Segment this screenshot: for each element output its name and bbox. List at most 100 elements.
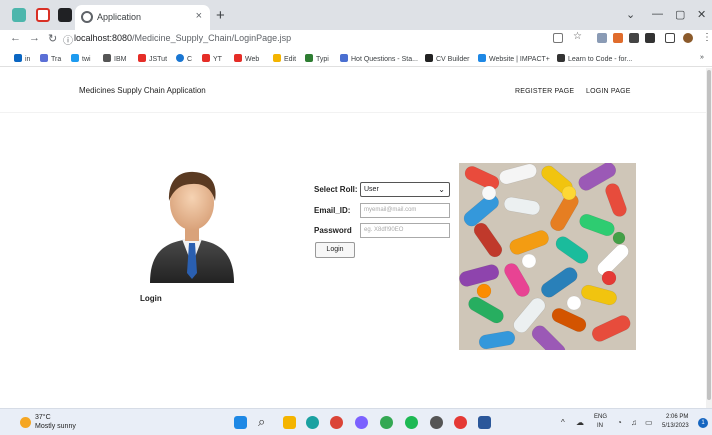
bookmark-typi[interactable]: Typi <box>305 54 329 63</box>
sidepanel-icon[interactable] <box>665 33 675 43</box>
pinned-tab-3-icon[interactable] <box>58 8 72 22</box>
back-icon[interactable]: ← <box>10 32 21 44</box>
url-path: /Medicine_Supply_Chain/LoginPage.jsp <box>132 33 292 43</box>
address-bar[interactable]: localhost:8080/Medicine_Supply_Chain/Log… <box>74 33 291 43</box>
bookmark-learn-to-code[interactable]: Learn to Code - for... <box>557 54 632 63</box>
weather-condition[interactable]: Mostly sunny <box>35 423 76 430</box>
gmail-tab-icon[interactable] <box>36 8 50 22</box>
role-select[interactable]: User ⌄ <box>360 182 450 197</box>
minimize-icon[interactable]: — <box>652 8 663 20</box>
bookmark-ibm[interactable]: IBM <box>103 54 126 63</box>
email-label: Email_ID: <box>314 206 351 215</box>
bookmark-edit[interactable]: Edit <box>273 54 296 63</box>
login-button[interactable]: Login <box>315 242 355 258</box>
app-icon-dark[interactable] <box>430 416 443 429</box>
bookmark-tra[interactable]: Tra <box>40 54 61 63</box>
pinned-tab-1-icon[interactable] <box>12 8 26 22</box>
whatsapp-icon[interactable] <box>355 416 368 429</box>
app-icon-red[interactable] <box>454 416 467 429</box>
extension-1-icon[interactable] <box>597 33 607 43</box>
businessman-avatar-image <box>150 171 234 283</box>
clock-date[interactable]: 5/13/2023 <box>662 423 689 429</box>
url-host: localhost:8080 <box>74 33 133 43</box>
extension-3-icon[interactable] <box>629 33 639 43</box>
new-tab-button[interactable]: + <box>216 7 225 24</box>
forward-icon[interactable]: → <box>29 32 40 44</box>
bookmark-tra-icon <box>40 54 48 62</box>
header-divider <box>0 112 706 113</box>
login-page-link[interactable]: LOGIN PAGE <box>586 88 631 95</box>
bookmark-hot-questions[interactable]: Hot Questions - Sta... <box>340 54 418 63</box>
reload-icon[interactable]: ↻ <box>48 32 57 45</box>
app-icon-green[interactable] <box>380 416 393 429</box>
bookmark-yt[interactable]: YT <box>202 54 222 63</box>
bookmark-cv-builder[interactable]: CV Builder <box>425 54 469 63</box>
ibm-icon <box>103 54 111 62</box>
password-field[interactable]: eg. X8df!90EO <box>360 223 450 238</box>
bookmarks-overflow[interactable]: » <box>700 54 704 61</box>
file-explorer-icon[interactable] <box>283 416 296 429</box>
language-bottom[interactable]: IN <box>597 423 603 429</box>
medicine-pills-image <box>459 163 636 350</box>
edge-icon[interactable] <box>306 416 319 429</box>
stackexchange-icon <box>340 54 348 62</box>
spotify-icon[interactable] <box>405 416 418 429</box>
volume-icon[interactable]: ♫ <box>631 418 637 427</box>
bookmark-freecodecamp-icon <box>557 54 565 62</box>
bookmark-web[interactable]: Web <box>234 54 259 63</box>
bookmarks-bar: in Tra twi IBM JSTut C YT Web Edit Typi … <box>0 50 712 67</box>
app-title: Medicines Supply Chain Application <box>79 86 206 95</box>
extensions-puzzle-icon[interactable] <box>645 33 655 43</box>
chevron-down-icon[interactable]: ⌄ <box>626 8 635 21</box>
bookmark-twi[interactable]: twi <box>71 54 91 63</box>
bookmark-cv-icon <box>425 54 433 62</box>
language-top[interactable]: ENG <box>594 414 607 420</box>
active-tab[interactable]: Application × <box>75 5 210 30</box>
tab-title: Application <box>97 12 142 22</box>
close-window-icon[interactable]: ✕ <box>697 8 706 21</box>
bookmark-impact-icon <box>478 54 486 62</box>
bookmark-impact[interactable]: Website | IMPACT+ <box>478 54 550 63</box>
linkedin-icon <box>14 54 22 62</box>
email-field[interactable]: myemail@mail.com <box>360 203 450 218</box>
weather-sun-icon[interactable] <box>20 417 31 428</box>
bookmark-edit-icon <box>273 54 281 62</box>
battery-icon[interactable]: ▭ <box>645 418 653 427</box>
bookmark-typi-icon <box>305 54 313 62</box>
windows-start-icon[interactable] <box>234 416 247 429</box>
cloud-icon[interactable]: ☁ <box>576 418 584 427</box>
search-icon[interactable]: ⌕ <box>258 414 271 429</box>
bookmark-c-icon <box>176 54 184 62</box>
twitter-icon <box>71 54 79 62</box>
star-icon[interactable]: ☆ <box>573 31 583 42</box>
tab-bar: Application × + ⌄ — ▢ ✕ <box>0 0 712 30</box>
notification-badge[interactable]: 1 <box>698 418 708 428</box>
maximize-icon[interactable]: ▢ <box>675 8 685 21</box>
youtube-icon <box>138 54 146 62</box>
bookmark-c[interactable]: C <box>176 54 192 63</box>
bookmark-in[interactable]: in <box>14 54 30 63</box>
site-info-icon[interactable]: ⓘ <box>63 32 73 47</box>
chrome-icon[interactable] <box>330 416 343 429</box>
globe-icon <box>81 11 93 23</box>
chevron-up-icon[interactable]: ^ <box>561 418 565 427</box>
close-tab-icon[interactable]: × <box>196 10 202 22</box>
chevron-down-icon: ⌄ <box>438 185 445 194</box>
share-icon[interactable] <box>553 33 563 43</box>
windows-taskbar: 37°C Mostly sunny ⌕ ^ ☁ ENG IN ◔ ♫ ▭ 2:0… <box>0 408 712 435</box>
wifi-icon[interactable]: ◔ <box>617 418 622 427</box>
bookmark-jstut[interactable]: JSTut <box>138 54 167 63</box>
word-icon[interactable] <box>478 416 491 429</box>
password-label: Password <box>314 226 352 235</box>
role-selected-value: User <box>364 186 379 193</box>
menu-icon[interactable]: ⋮ <box>702 32 712 43</box>
weather-temperature[interactable]: 37°C <box>35 414 51 421</box>
clock-time[interactable]: 2:06 PM <box>666 414 688 420</box>
extension-2-icon[interactable] <box>613 33 623 43</box>
youtube-icon <box>202 54 210 62</box>
role-label: Select Roll: <box>314 185 358 194</box>
register-page-link[interactable]: REGISTER PAGE <box>515 88 574 95</box>
profile-icon[interactable] <box>683 33 693 43</box>
scrollbar-thumb[interactable] <box>707 70 711 400</box>
login-caption: Login <box>140 294 162 303</box>
